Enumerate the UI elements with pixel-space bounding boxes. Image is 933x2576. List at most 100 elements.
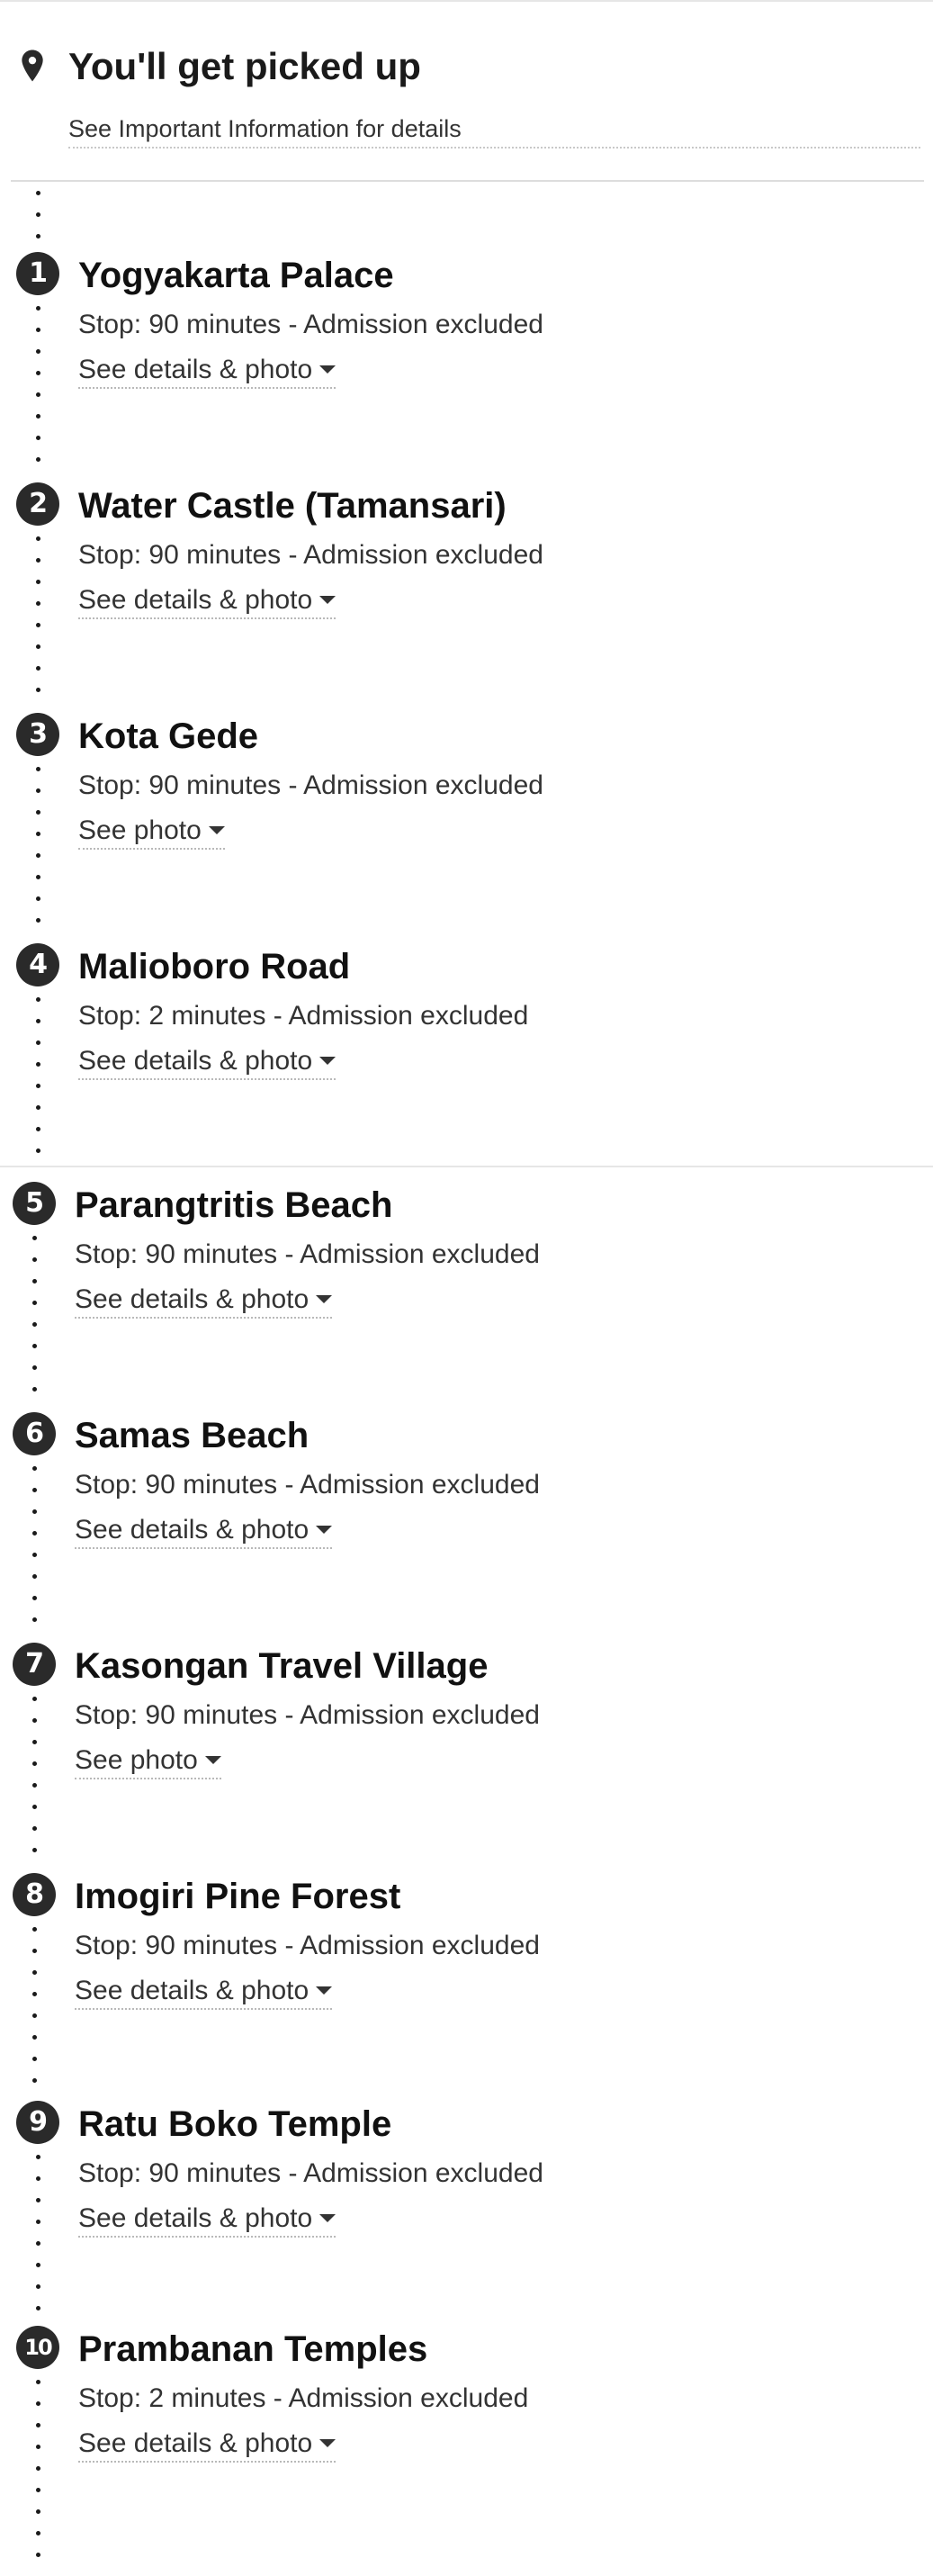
itinerary-stop-5: 5 Parangtritis Beach Stop: 90 minutes - … <box>13 1182 876 1362</box>
stop-name: Water Castle (Tamansari) <box>78 486 507 526</box>
stop-name: Kasongan Travel Village <box>75 1646 489 1686</box>
timeline-dot <box>36 436 40 440</box>
timeline-dot <box>32 1826 37 1831</box>
timeline-dot <box>32 1365 37 1370</box>
caret-down-icon <box>204 1755 221 1764</box>
pickup-divider <box>11 180 924 182</box>
stop-number-badge: 2 <box>16 482 59 526</box>
timeline-dot <box>36 2509 40 2514</box>
timeline-dot <box>36 1148 40 1153</box>
see-details-label: See details & photo <box>75 1976 310 2005</box>
stop-name: Parangtritis Beach <box>75 1185 393 1225</box>
stop-name: Prambanan Temples <box>78 2329 428 2369</box>
see-details-label: See details & photo <box>75 1515 310 1545</box>
caret-down-icon <box>316 1986 333 1995</box>
timeline-dot <box>36 918 40 923</box>
see-details-link[interactable]: See details & photo <box>78 2428 336 2463</box>
caret-down-icon <box>319 2438 336 2447</box>
itinerary-stop-3: 3 Kota Gede Stop: 90 minutes - Admission… <box>16 713 880 893</box>
top-divider <box>0 0 933 2</box>
see-details-label: See details & photo <box>78 585 313 615</box>
stop-number-badge: 4 <box>16 943 59 986</box>
see-details-label: See details & photo <box>78 1046 313 1076</box>
see-details-label: See details & photo <box>78 2428 313 2458</box>
stop-number-badge: 1 <box>16 252 59 295</box>
itinerary-stop-6: 6 Samas Beach Stop: 90 minutes - Admissi… <box>13 1412 876 1592</box>
itinerary-stop-2: 2 Water Castle (Tamansari) Stop: 90 minu… <box>16 482 880 662</box>
timeline-dot <box>36 2531 40 2535</box>
timeline-dot <box>32 1848 37 1852</box>
stop-number-badge: 6 <box>13 1412 56 1455</box>
stop-name: Imogiri Pine Forest <box>75 1877 401 1916</box>
stop-duration: Stop: 2 minutes - Admission excluded <box>78 1001 529 1031</box>
stop-duration: Stop: 90 minutes - Admission excluded <box>78 770 543 800</box>
stop-name: Malioboro Road <box>78 947 351 986</box>
section-divider <box>0 1166 933 1167</box>
timeline-dot <box>36 191 40 195</box>
see-details-link[interactable]: See details & photo <box>75 1284 333 1319</box>
see-details-link[interactable]: See details & photo <box>75 1515 333 1549</box>
see-details-link[interactable]: See details & photo <box>78 355 336 389</box>
timeline-dot <box>36 688 40 692</box>
pickup-title: You'll get picked up <box>68 45 421 87</box>
stop-number-badge: 10 <box>16 2326 59 2369</box>
itinerary-stop-10: 10 Prambanan Temples Stop: 2 minutes - A… <box>16 2326 880 2506</box>
stop-number-badge: 5 <box>13 1182 56 1225</box>
timeline-dot <box>36 212 40 217</box>
stop-number-badge: 8 <box>13 1873 56 1916</box>
timeline-dot <box>32 1617 37 1622</box>
timeline-dot <box>36 896 40 901</box>
timeline-dot <box>32 2057 37 2061</box>
stop-number-badge: 9 <box>16 2101 59 2144</box>
stop-duration: Stop: 90 minutes - Admission excluded <box>78 540 543 570</box>
caret-down-icon <box>316 1525 333 1534</box>
stop-number-badge: 3 <box>16 713 59 756</box>
stop-duration: Stop: 90 minutes - Admission excluded <box>75 1470 540 1500</box>
timeline-dot <box>36 666 40 671</box>
see-details-label: See details & photo <box>78 2203 313 2233</box>
timeline-dot <box>36 2284 40 2289</box>
itinerary-stop-4: 4 Malioboro Road Stop: 2 minutes - Admis… <box>16 943 880 1123</box>
itinerary-stop-8: 8 Imogiri Pine Forest Stop: 90 minutes -… <box>13 1873 876 2053</box>
caret-down-icon <box>319 1056 336 1065</box>
stop-duration: Stop: 90 minutes - Admission excluded <box>75 1239 540 1269</box>
stop-name: Kota Gede <box>78 716 259 756</box>
location-pin-icon <box>22 50 43 82</box>
stop-name: Yogyakarta Palace <box>78 256 394 295</box>
timeline-dot <box>32 1596 37 1600</box>
timeline-dot <box>32 2078 37 2083</box>
see-photo-label: See photo <box>78 815 202 845</box>
caret-down-icon <box>319 2213 336 2222</box>
stop-duration: Stop: 2 minutes - Admission excluded <box>78 2383 529 2413</box>
important-info-link[interactable]: See Important Information for details <box>68 115 920 149</box>
see-details-label: See details & photo <box>78 355 313 384</box>
stop-duration: Stop: 90 minutes - Admission excluded <box>75 1700 540 1730</box>
see-photo-link[interactable]: See photo <box>75 1745 221 1779</box>
stop-name: Ratu Boko Temple <box>78 2104 392 2144</box>
stop-duration: Stop: 90 minutes - Admission excluded <box>78 2158 543 2188</box>
timeline-dot <box>36 457 40 462</box>
caret-down-icon <box>319 365 336 374</box>
timeline-dot <box>32 1387 37 1392</box>
see-details-link[interactable]: See details & photo <box>78 585 336 619</box>
stop-name: Samas Beach <box>75 1416 310 1455</box>
timeline-dot <box>36 2553 40 2557</box>
itinerary-stop-1: 1 Yogyakarta Palace Stop: 90 minutes - A… <box>16 252 880 432</box>
see-details-label: See details & photo <box>75 1284 310 1314</box>
caret-down-icon <box>319 595 336 604</box>
see-photo-label: See photo <box>75 1745 198 1775</box>
stop-duration: Stop: 90 minutes - Admission excluded <box>75 1931 540 1960</box>
see-details-link[interactable]: See details & photo <box>78 2203 336 2238</box>
caret-down-icon <box>316 1294 333 1303</box>
see-details-link[interactable]: See details & photo <box>78 1046 336 1080</box>
timeline-dot <box>36 1127 40 1131</box>
timeline-dot <box>36 234 40 239</box>
itinerary-stop-7: 7 Kasongan Travel Village Stop: 90 minut… <box>13 1643 876 1823</box>
stop-duration: Stop: 90 minutes - Admission excluded <box>78 310 543 339</box>
caret-down-icon <box>208 825 225 834</box>
see-photo-link[interactable]: See photo <box>78 815 225 850</box>
stop-number-badge: 7 <box>13 1643 56 1686</box>
see-details-link[interactable]: See details & photo <box>75 1976 333 2010</box>
itinerary-stop-9: 9 Ratu Boko Temple Stop: 90 minutes - Ad… <box>16 2101 880 2281</box>
timeline-dot <box>36 2306 40 2310</box>
